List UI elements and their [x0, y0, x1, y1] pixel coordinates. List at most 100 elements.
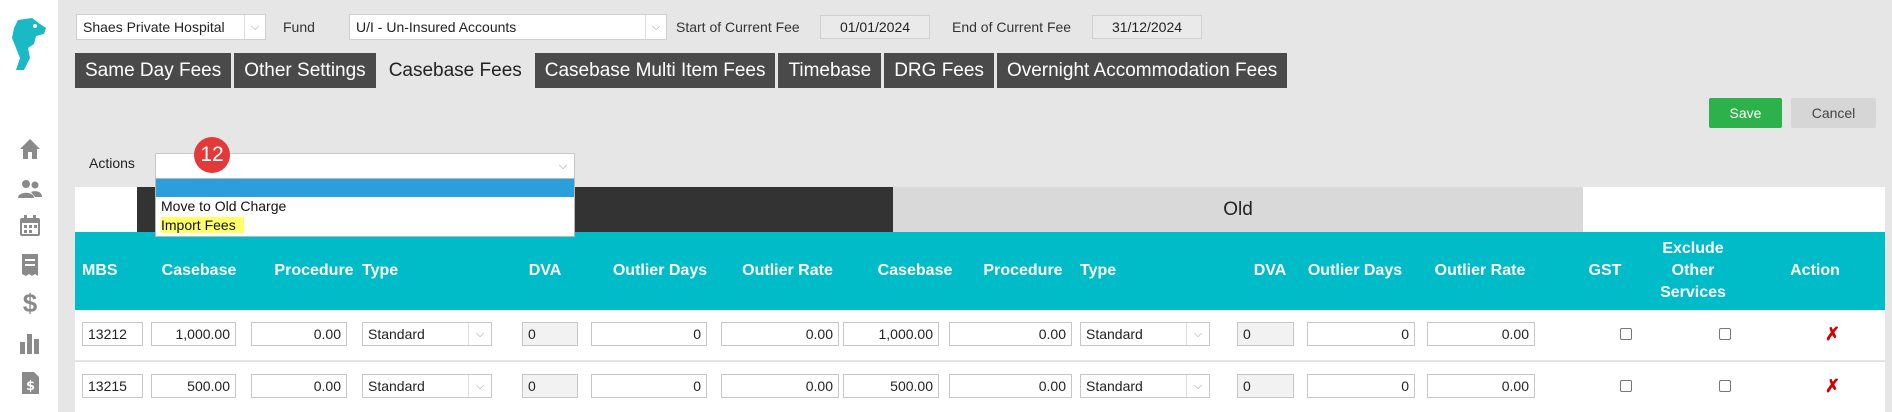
- col-old-outlier-days: Outlier Days: [1307, 262, 1403, 279]
- chevron-down-icon: ⌵: [244, 15, 265, 39]
- tab-overnight-accommodation-fees[interactable]: Overnight Accommodation Fees: [996, 53, 1288, 88]
- casebase-field[interactable]: 500.00: [151, 374, 236, 398]
- dog-logo-icon[interactable]: [10, 18, 48, 72]
- dollar-icon[interactable]: $: [17, 290, 43, 316]
- outlier-rate-field[interactable]: 0.00: [721, 374, 839, 398]
- col-exclude-other-services: Exclude Other Services: [1660, 240, 1726, 301]
- delete-icon[interactable]: ✗: [1825, 322, 1840, 346]
- actions-option-blank[interactable]: [156, 179, 574, 197]
- old-outlier-days-field[interactable]: 0: [1307, 322, 1415, 346]
- table-row: 13215 500.00 0.00 Standard ⌵ 0 0 0.00 50…: [75, 361, 1885, 412]
- option-label: Move to Old Charge: [161, 198, 287, 214]
- old-casebase-field[interactable]: 1,000.00: [843, 322, 939, 346]
- tab-casebase-multi-item-fees[interactable]: Casebase Multi Item Fees: [534, 53, 776, 88]
- actions-dropdown-menu: Move to Old Charge Import Fees: [155, 178, 575, 237]
- start-date-field: 01/01/2024: [820, 15, 930, 39]
- col-action: Action: [1790, 262, 1840, 279]
- users-icon[interactable]: [17, 176, 43, 202]
- end-date-field: 31/12/2024: [1092, 15, 1202, 39]
- col-type: Type: [362, 262, 399, 279]
- old-type-value: Standard: [1086, 326, 1143, 342]
- tab-timebase[interactable]: Timebase: [778, 53, 882, 88]
- band-spacer: [1583, 187, 1885, 232]
- col-casebase: Casebase: [161, 262, 237, 279]
- col-outlier-rate: Outlier Rate: [742, 262, 833, 279]
- exclude-other-services-checkbox[interactable]: [1719, 380, 1731, 392]
- save-button[interactable]: Save: [1709, 98, 1782, 128]
- delete-icon[interactable]: ✗: [1825, 374, 1840, 398]
- old-type-select[interactable]: Standard ⌵: [1080, 322, 1210, 346]
- calendar-icon[interactable]: [17, 213, 43, 239]
- tab-same-day-fees[interactable]: Same Day Fees: [75, 53, 232, 88]
- actions-option-import-fees[interactable]: Import Fees: [156, 216, 574, 235]
- actions-label: Actions: [89, 155, 135, 171]
- outlier-rate-field[interactable]: 0.00: [721, 322, 839, 346]
- col-old-casebase: Casebase: [877, 262, 953, 279]
- chevron-down-icon: ⌵: [468, 323, 491, 345]
- old-outlier-days-field[interactable]: 0: [1307, 374, 1415, 398]
- option-label: Import Fees: [161, 217, 244, 233]
- hospital-value: Shaes Private Hospital: [83, 19, 225, 35]
- old-dva-field: 0: [1237, 374, 1294, 398]
- old-casebase-field[interactable]: 500.00: [843, 374, 939, 398]
- col-mbs: MBS: [82, 262, 118, 279]
- col-procedure: Procedure: [274, 262, 354, 279]
- old-group-band: Old: [893, 187, 1583, 232]
- mbs-field[interactable]: 13212: [82, 322, 143, 346]
- old-dva-field: 0: [1237, 322, 1294, 346]
- receipt-icon[interactable]: [17, 252, 43, 278]
- end-date-label: End of Current Fee: [952, 19, 1072, 35]
- tab-other-settings[interactable]: Other Settings: [234, 53, 376, 88]
- gst-checkbox[interactable]: [1620, 328, 1632, 340]
- col-gst: GST: [1588, 262, 1622, 279]
- band-spacer: [75, 187, 137, 232]
- sidebar: $ $: [0, 0, 58, 412]
- tab-drg-fees[interactable]: DRG Fees: [884, 53, 994, 88]
- old-type-select[interactable]: Standard ⌵: [1080, 374, 1210, 398]
- chevron-down-icon: ⌵: [1186, 323, 1209, 345]
- gst-checkbox[interactable]: [1620, 380, 1632, 392]
- fund-value: U/I - Un-Insured Accounts: [356, 19, 517, 35]
- hospital-select[interactable]: Shaes Private Hospital ⌵: [76, 14, 266, 40]
- col-old-procedure: Procedure: [983, 262, 1063, 279]
- invoice-dollar-icon[interactable]: $: [17, 370, 43, 396]
- type-value: Standard: [368, 326, 425, 342]
- outlier-days-field[interactable]: 0: [591, 374, 707, 398]
- col-outlier-days: Outlier Days: [612, 262, 708, 279]
- start-date-label: Start of Current Fee: [676, 19, 800, 35]
- casebase-field[interactable]: 1,000.00: [151, 322, 236, 346]
- chevron-down-icon: ⌵: [645, 15, 666, 39]
- table-row: 13212 1,000.00 0.00 Standard ⌵ 0 0 0.00 …: [75, 310, 1885, 360]
- outlier-days-field[interactable]: 0: [591, 322, 707, 346]
- exclude-other-services-checkbox[interactable]: [1719, 328, 1731, 340]
- col-old-type: Type: [1080, 262, 1117, 279]
- old-type-value: Standard: [1086, 378, 1143, 394]
- fund-label: Fund: [283, 19, 315, 35]
- dva-field: 0: [522, 374, 578, 398]
- fund-select[interactable]: U/I - Un-Insured Accounts ⌵: [349, 14, 667, 40]
- cancel-button[interactable]: Cancel: [1791, 98, 1876, 128]
- procedure-field[interactable]: 0.00: [251, 322, 347, 346]
- tab-casebase-fees[interactable]: Casebase Fees: [378, 53, 532, 88]
- main-content: Shaes Private Hospital ⌵ Fund U/I - Un-I…: [58, 0, 1892, 412]
- col-old-outlier-rate: Outlier Rate: [1434, 262, 1526, 279]
- dva-field: 0: [522, 322, 578, 346]
- type-select[interactable]: Standard ⌵: [362, 374, 492, 398]
- svg-text:$: $: [26, 379, 35, 394]
- step-badge: 12: [194, 137, 230, 173]
- actions-option-move-to-old-charge[interactable]: Move to Old Charge: [156, 197, 574, 216]
- old-outlier-rate-field[interactable]: 0.00: [1427, 322, 1535, 346]
- type-select[interactable]: Standard ⌵: [362, 322, 492, 346]
- chevron-down-icon: ⌵: [558, 159, 568, 172]
- fee-tabs: Same Day Fees Other Settings Casebase Fe…: [75, 53, 1288, 88]
- mbs-field[interactable]: 13215: [82, 374, 143, 398]
- procedure-field[interactable]: 0.00: [251, 374, 347, 398]
- bar-chart-icon[interactable]: [17, 330, 43, 356]
- chevron-down-icon: ⌵: [1186, 375, 1209, 397]
- old-procedure-field[interactable]: 0.00: [949, 374, 1072, 398]
- chevron-down-icon: ⌵: [468, 375, 491, 397]
- type-value: Standard: [368, 378, 425, 394]
- old-procedure-field[interactable]: 0.00: [949, 322, 1072, 346]
- old-outlier-rate-field[interactable]: 0.00: [1427, 374, 1535, 398]
- home-icon[interactable]: [17, 136, 43, 162]
